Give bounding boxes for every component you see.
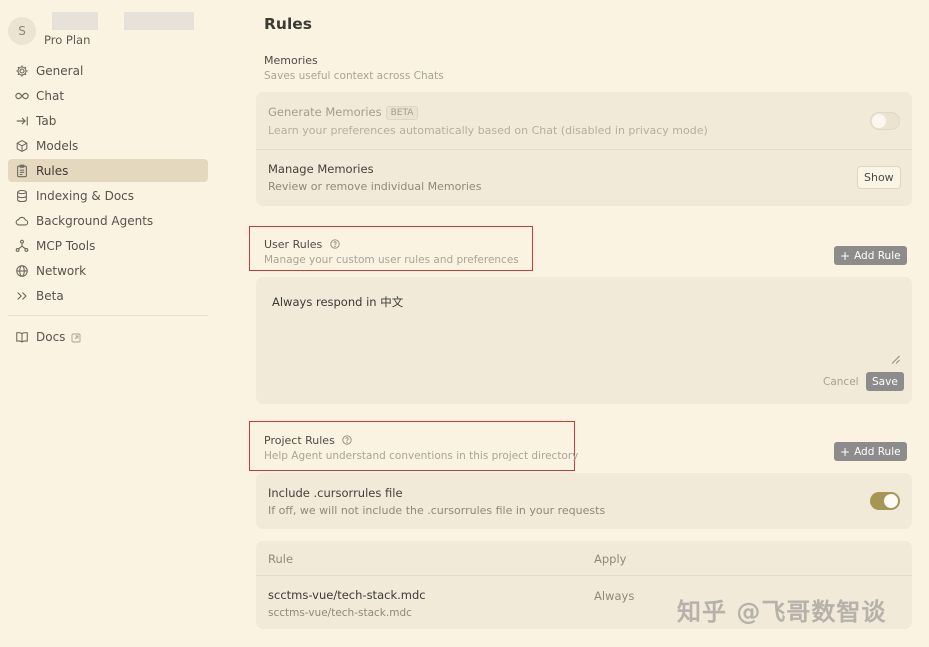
plus-icon: + bbox=[840, 444, 851, 459]
add-user-rule-button[interactable]: + Add Rule bbox=[834, 246, 907, 265]
database-icon bbox=[15, 189, 29, 203]
sidebar-item-beta[interactable]: Beta bbox=[8, 284, 208, 307]
generate-memories-desc: Learn your preferences automatically bas… bbox=[268, 124, 708, 137]
beta-badge: BETA bbox=[385, 106, 419, 120]
user-rules-textarea[interactable]: Always respond in 中文 bbox=[272, 294, 403, 310]
sidebar-item-models[interactable]: Models bbox=[8, 134, 208, 157]
sidebar-item-indexing-docs[interactable]: Indexing & Docs bbox=[8, 184, 208, 207]
sidebar-item-label: Beta bbox=[36, 288, 64, 303]
redacted-email bbox=[124, 12, 194, 30]
sidebar-item-mcp-tools[interactable]: MCP Tools bbox=[8, 234, 208, 257]
memories-card: Generate Memories BETA Learn your prefere… bbox=[256, 92, 912, 206]
card-divider bbox=[256, 149, 912, 150]
project-rules-title: Project Rules bbox=[264, 434, 335, 447]
include-cursorrules-toggle[interactable] bbox=[870, 492, 900, 510]
sidebar-item-tab[interactable]: Tab bbox=[8, 109, 208, 132]
sidebar-item-rules[interactable]: Rules bbox=[8, 159, 208, 182]
rule-path: scctms-vue/tech-stack.mdc bbox=[268, 607, 412, 619]
clipboard-icon bbox=[15, 164, 29, 178]
manage-memories-title: Manage Memories bbox=[268, 162, 374, 176]
cancel-button[interactable]: Cancel bbox=[823, 376, 859, 388]
add-project-rule-button[interactable]: + Add Rule bbox=[834, 442, 907, 461]
cloud-icon bbox=[15, 214, 29, 228]
memories-desc: Saves useful context across Chats bbox=[264, 70, 444, 82]
project-rules-header: Project Rules Help Agent understand conv… bbox=[264, 434, 578, 462]
user-rules-title: User Rules bbox=[264, 238, 323, 251]
project-rules-desc: Help Agent understand conventions in thi… bbox=[264, 450, 579, 462]
sidebar-item-label: Network bbox=[36, 263, 87, 278]
show-memories-button[interactable]: Show bbox=[857, 166, 901, 189]
gear-icon bbox=[15, 64, 29, 78]
sidebar-item-label: Docs bbox=[36, 329, 66, 344]
sidebar-item-label: General bbox=[36, 63, 84, 78]
sidebar-item-label: Models bbox=[36, 138, 79, 153]
user-rules-header: User Rules Manage your custom user rules… bbox=[264, 238, 519, 266]
sidebar-item-docs[interactable]: Docs bbox=[8, 325, 208, 348]
rule-apply: Always bbox=[594, 589, 635, 603]
memories-title: Memories bbox=[264, 54, 318, 67]
column-header-rule: Rule bbox=[268, 552, 294, 566]
sidebar: S Pro Plan General Chat Tab Models Rules… bbox=[0, 0, 216, 647]
network-nodes-icon bbox=[15, 239, 29, 253]
double-chevron-right-icon bbox=[15, 289, 29, 303]
arrow-right-bar-icon bbox=[15, 114, 29, 128]
sidebar-item-label: Background Agents bbox=[36, 213, 154, 228]
manage-memories-desc: Review or remove individual Memories bbox=[268, 180, 482, 193]
sidebar-divider bbox=[8, 315, 208, 316]
add-user-rule-label: Add Rule bbox=[854, 249, 901, 262]
avatar: S bbox=[8, 17, 36, 45]
book-icon bbox=[15, 330, 29, 344]
cube-icon bbox=[15, 139, 29, 153]
column-header-apply: Apply bbox=[594, 552, 627, 566]
sidebar-item-label: Rules bbox=[36, 163, 69, 178]
infinity-icon bbox=[15, 89, 29, 103]
help-icon[interactable] bbox=[330, 239, 340, 249]
generate-memories-row: Generate Memories BETA Learn your prefere… bbox=[268, 105, 708, 137]
sidebar-item-label: MCP Tools bbox=[36, 238, 96, 253]
cursorrules-card: Include .cursorrules file If off, we wil… bbox=[256, 473, 912, 529]
generate-memories-title: Generate Memories bbox=[268, 105, 382, 119]
plus-icon: + bbox=[840, 248, 851, 263]
profile[interactable]: S Pro Plan bbox=[8, 12, 208, 48]
sidebar-item-general[interactable]: General bbox=[8, 59, 208, 82]
watermark: 知乎 @飞哥数智谈 bbox=[677, 598, 887, 626]
memories-header: Memories Saves useful context across Cha… bbox=[264, 54, 444, 82]
toggle-knob bbox=[872, 114, 886, 128]
add-project-rule-label: Add Rule bbox=[854, 445, 901, 458]
resize-handle-icon[interactable] bbox=[891, 349, 900, 364]
user-rules-card: Always respond in 中文 Cancel Save bbox=[256, 277, 912, 404]
rule-name: scctms-vue/tech-stack.mdc bbox=[268, 588, 426, 602]
redacted-name bbox=[52, 12, 98, 30]
plan-label: Pro Plan bbox=[44, 33, 91, 47]
save-button[interactable]: Save bbox=[866, 372, 904, 391]
external-link-icon bbox=[71, 332, 81, 342]
include-cursorrules-row: Include .cursorrules file If off, we wil… bbox=[268, 486, 605, 517]
sidebar-item-label: Tab bbox=[36, 113, 57, 128]
user-rules-desc: Manage your custom user rules and prefer… bbox=[264, 254, 519, 266]
sidebar-item-label: Chat bbox=[36, 88, 65, 103]
page-title: Rules bbox=[264, 15, 313, 33]
sidebar-item-label: Indexing & Docs bbox=[36, 188, 135, 203]
sidebar-nav: General Chat Tab Models Rules Indexing &… bbox=[8, 59, 208, 350]
generate-memories-toggle[interactable] bbox=[870, 112, 900, 130]
manage-memories-row: Manage Memories Review or remove individ… bbox=[268, 162, 481, 193]
globe-icon bbox=[15, 264, 29, 278]
include-cursorrules-desc: If off, we will not include the .cursorr… bbox=[268, 504, 606, 517]
sidebar-item-background-agents[interactable]: Background Agents bbox=[8, 209, 208, 232]
sidebar-item-chat[interactable]: Chat bbox=[8, 84, 208, 107]
help-icon[interactable] bbox=[342, 435, 352, 445]
include-cursorrules-title: Include .cursorrules file bbox=[268, 486, 403, 500]
toggle-knob bbox=[884, 494, 898, 508]
sidebar-item-network[interactable]: Network bbox=[8, 259, 208, 282]
